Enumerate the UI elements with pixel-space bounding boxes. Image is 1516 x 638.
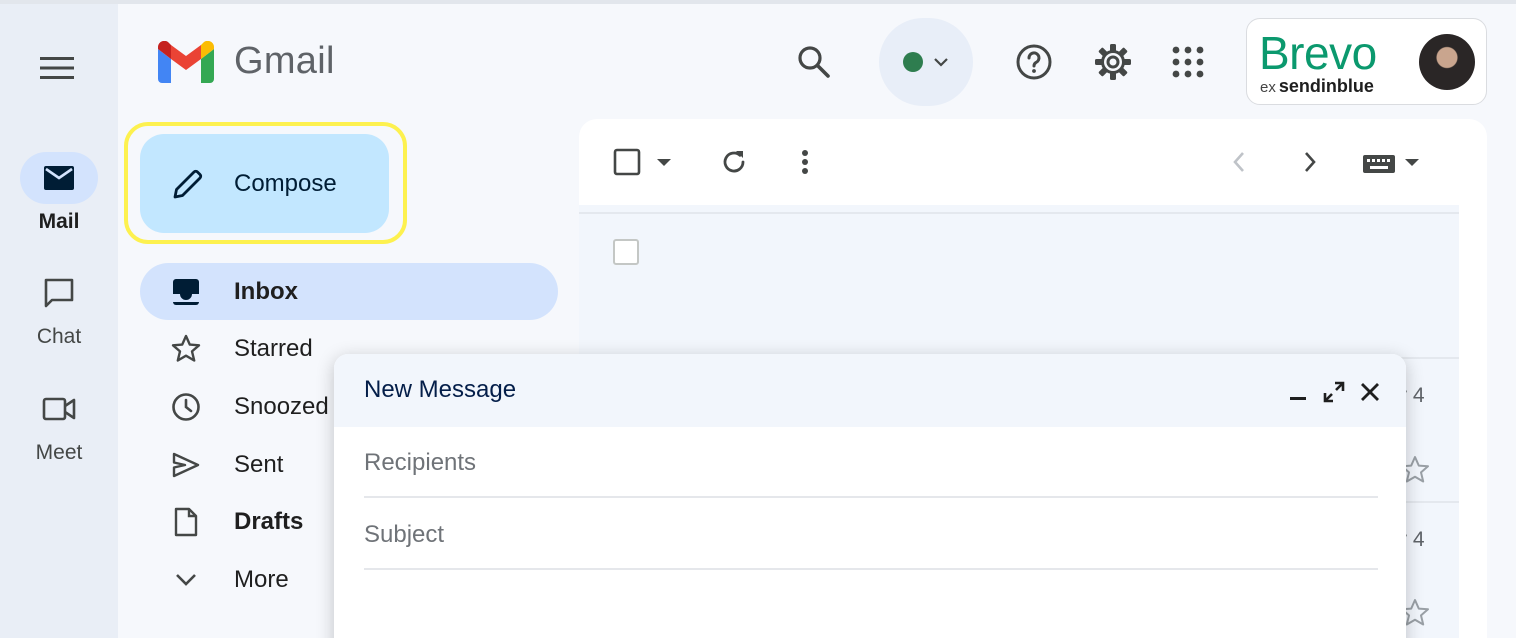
dialog-header[interactable]: New Message: [334, 354, 1406, 427]
rail-label-meet: Meet: [35, 441, 83, 464]
rail-label-mail: Mail: [38, 210, 80, 233]
video-icon: [20, 383, 98, 435]
row-checkbox[interactable]: [613, 239, 639, 265]
rail-item-chat[interactable]: Chat: [0, 267, 118, 349]
nav-label-inbox: Inbox: [234, 277, 298, 305]
chevron-down-icon: [170, 564, 202, 596]
mail-icon: [20, 152, 98, 204]
draft-file-icon: [170, 506, 202, 538]
chat-icon: [20, 267, 98, 319]
new-message-dialog: New Message: [334, 354, 1406, 638]
brand-tagline: ex sendinblue: [1260, 76, 1374, 96]
compose-button[interactable]: Compose: [140, 134, 389, 233]
inbox-icon: [170, 276, 202, 308]
prev-page-icon[interactable]: [1224, 139, 1254, 185]
apps-grid-icon[interactable]: [1164, 38, 1212, 86]
rail-item-meet[interactable]: Meet: [0, 383, 118, 465]
subject-field[interactable]: [364, 500, 1378, 570]
rail-label-chat: Chat: [36, 325, 82, 348]
app-name: Gmail: [234, 40, 335, 82]
star-icon: [170, 333, 202, 365]
refresh-icon[interactable]: [714, 139, 754, 185]
recipients-field[interactable]: [364, 428, 1378, 498]
next-page-icon[interactable]: [1295, 139, 1325, 185]
search-icon[interactable]: [790, 38, 838, 86]
minimize-icon[interactable]: [1282, 376, 1314, 408]
keyboard-input-icon[interactable]: [1358, 139, 1424, 185]
chevron-down-icon: [934, 58, 948, 67]
main-menu-icon[interactable]: [33, 44, 81, 92]
more-vert-icon[interactable]: [790, 139, 820, 185]
gmail-m-icon: [158, 40, 214, 83]
nav-label-snoozed: Snoozed: [234, 392, 329, 420]
rail-item-mail[interactable]: Mail: [0, 152, 118, 234]
pencil-icon: [170, 166, 206, 202]
compose-label: Compose: [234, 169, 337, 197]
status-selector[interactable]: [879, 18, 973, 106]
expand-icon[interactable]: [1318, 376, 1350, 408]
list-divider: [579, 212, 1459, 214]
select-all-checkbox[interactable]: [606, 139, 676, 185]
clock-icon: [170, 391, 202, 423]
recipients-input[interactable]: [364, 446, 1378, 480]
nav-label-starred: Starred: [234, 334, 313, 362]
account-switcher[interactable]: Brevo ex sendinblue: [1246, 18, 1487, 105]
top-border: [0, 0, 1516, 4]
nav-item-inbox[interactable]: Inbox: [140, 263, 558, 320]
settings-icon[interactable]: [1089, 38, 1137, 86]
close-icon[interactable]: [1354, 376, 1386, 408]
brand-logo: Brevo: [1259, 27, 1377, 79]
nav-label-drafts: Drafts: [234, 507, 304, 535]
nav-label-more: More: [234, 565, 289, 593]
status-dot: [903, 52, 923, 72]
help-icon[interactable]: [1010, 38, 1058, 86]
subject-input[interactable]: [364, 518, 1378, 552]
nav-label-sent: Sent: [234, 450, 284, 478]
dialog-title: New Message: [364, 376, 517, 403]
left-rail: Mail Chat Meet: [0, 4, 118, 638]
send-icon: [170, 449, 202, 481]
avatar: [1419, 34, 1475, 90]
gmail-logo[interactable]: Gmail: [158, 40, 335, 83]
